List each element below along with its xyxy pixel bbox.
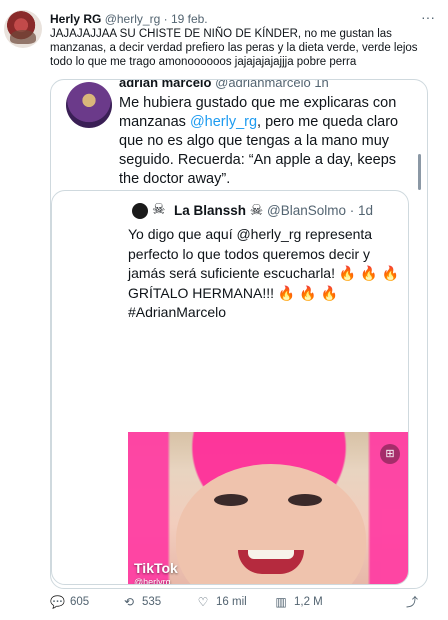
more-icon[interactable]: ··· <box>418 10 438 24</box>
views-count: 1,2 M <box>294 596 323 608</box>
tweet[interactable]: Herly RG @herly_rg · 19 feb. ··· JAJAJAJ… <box>0 0 448 620</box>
nested-time[interactable]: 1d <box>358 203 373 218</box>
author-avatar[interactable] <box>4 10 42 48</box>
quoted-author-avatar[interactable] <box>66 82 112 128</box>
video-thumbnail[interactable]: ⊞ TikTok @herlyrg <box>128 432 408 585</box>
views-button[interactable]: ▥ 1,2 M <box>274 595 323 609</box>
share-button[interactable]: ⤴ <box>405 595 419 609</box>
nested-author-handle[interactable]: @BlanSolmo <box>267 203 346 218</box>
media-teeth <box>248 550 294 559</box>
quoted-tweet-header: adrian marcelo @adrianmarcelo 1h <box>119 80 329 90</box>
quoted-tweet-text: Me hubiera gustado que me explicaras con… <box>119 94 419 189</box>
mention-link[interactable]: @herly_rg <box>190 114 257 130</box>
reply-count: 605 <box>70 596 90 608</box>
date-separator: · <box>163 12 168 26</box>
nested-quoted-tweet[interactable]: ☠ La Blanssh ☠ @BlanSolmo · 1d Yo digo q… <box>51 190 409 585</box>
media-eye-right <box>288 494 322 506</box>
reply-button[interactable]: 💬 605 <box>50 595 89 609</box>
quoted-author-handle[interactable]: @adrianmarcelo <box>215 80 311 90</box>
retweet-count: 535 <box>142 596 162 608</box>
action-bar: 💬 605 ⟲ 535 ♡ 16 mil ▥ 1,2 M ⤴ <box>50 595 440 613</box>
skull-icon: ☠ <box>152 201 166 218</box>
tweet-text: JAJAJAJJAA SU CHISTE DE NIÑO DE KÍNDER, … <box>50 28 418 68</box>
like-count: 16 mil <box>216 596 247 608</box>
nested-author-avatar[interactable] <box>132 203 148 219</box>
media-badge-icon[interactable]: ⊞ <box>380 444 400 464</box>
skull-icon: ☠ <box>249 202 264 219</box>
tweet-header: Herly RG @herly_rg · 19 feb. <box>50 12 208 26</box>
author-handle[interactable]: @herly_rg <box>105 12 161 26</box>
media-eye-left <box>214 494 248 506</box>
views-icon: ▥ <box>275 595 287 609</box>
retweet-button[interactable]: ⟲ 535 <box>122 595 161 609</box>
nested-author-name[interactable]: La Blanssh <box>174 203 246 218</box>
reply-icon: 💬 <box>50 595 65 609</box>
like-icon: ♡ <box>197 595 209 609</box>
quoted-tweet[interactable]: adrian marcelo @adrianmarcelo 1h Me hubi… <box>50 79 428 589</box>
quoted-author-name[interactable]: adrian marcelo <box>119 80 212 90</box>
share-icon: ⤴ <box>405 595 418 609</box>
like-button[interactable]: ♡ 16 mil <box>196 595 247 609</box>
tiktok-logo: TikTok <box>134 560 178 576</box>
nested-tweet-text: Yo digo que aquí @herly_rg representa pe… <box>128 226 399 320</box>
scrollbar[interactable] <box>418 154 421 190</box>
tweet-date[interactable]: 19 feb. <box>171 12 208 26</box>
tiktok-handle: @herlyrg <box>134 577 171 585</box>
quoted-time[interactable]: 1h <box>314 80 328 90</box>
retweet-icon: ⟲ <box>123 595 135 609</box>
author-name[interactable]: Herly RG <box>50 12 101 26</box>
nested-tweet-header: La Blanssh ☠ @BlanSolmo · 1d <box>174 202 374 219</box>
